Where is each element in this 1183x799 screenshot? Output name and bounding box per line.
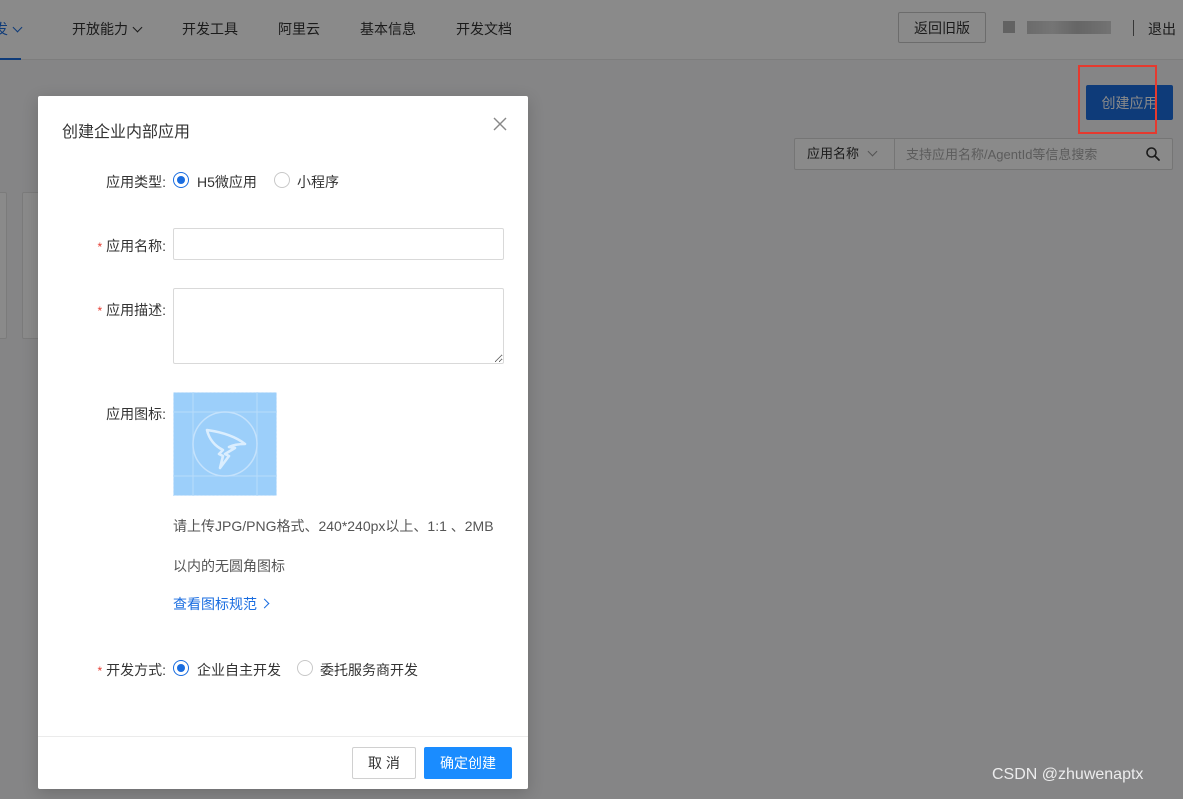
app-desc-label-text: 应用描述: [106, 302, 166, 318]
radio-delegate-provider[interactable] [297, 660, 313, 676]
radio-self-develop[interactable] [173, 660, 189, 676]
chevron-right-icon [259, 598, 270, 609]
close-icon[interactable] [492, 116, 508, 132]
required-mark: * [97, 304, 103, 318]
dev-mode-label-text: 开发方式: [106, 662, 166, 678]
cancel-button[interactable]: 取 消 [352, 747, 416, 779]
watermark: CSDN @zhuwenaptx [992, 766, 1144, 783]
dialog-title: 创建企业内部应用 [62, 124, 191, 141]
app-name-input[interactable] [173, 228, 504, 260]
radio-label-self-develop[interactable]: 企业自主开发 [197, 660, 281, 680]
radio-label-mini-program[interactable]: 小程序 [297, 172, 339, 192]
spec-link-label: 查看图标规范 [173, 596, 257, 612]
create-app-dialog: 创建企业内部应用 应用类型: H5微应用 小程序 * 应用名称: * 应用描述: 应… [38, 96, 528, 789]
app-desc-label: * 应用描述: [97, 300, 166, 320]
icon-hint-line1: 请上传JPG/PNG格式、240*240px以上、1:1 、2MB [173, 518, 494, 534]
dev-mode-label: * 开发方式: [97, 660, 166, 680]
radio-mini-program[interactable] [274, 172, 290, 188]
view-icon-spec-link[interactable]: 查看图标规范 [173, 594, 270, 614]
icon-hint-line2: 以内的无圆角图标 [173, 558, 285, 574]
radio-label-h5[interactable]: H5微应用 [197, 172, 257, 192]
app-icon-label: 应用图标: [106, 406, 166, 422]
app-name-label-text: 应用名称: [106, 238, 166, 254]
dialog-footer-divider [38, 736, 528, 737]
radio-label-delegate-provider[interactable]: 委托服务商开发 [320, 660, 418, 680]
app-name-label: * 应用名称: [97, 236, 166, 256]
app-type-label: 应用类型: [106, 174, 166, 190]
confirm-create-button[interactable]: 确定创建 [424, 747, 512, 779]
required-mark: * [97, 664, 103, 678]
radio-h5-micro-app[interactable] [173, 172, 189, 188]
required-mark: * [97, 240, 103, 254]
app-icon-upload[interactable] [173, 392, 277, 496]
app-desc-textarea[interactable] [173, 288, 504, 364]
